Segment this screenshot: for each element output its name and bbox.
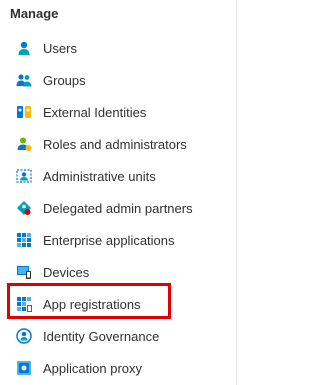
nav-item-roles-and-administrators[interactable]: Roles and administrators	[0, 128, 236, 160]
nav-item-users[interactable]: Users	[0, 32, 236, 64]
nav-item-enterprise-applications[interactable]: Enterprise applications	[0, 224, 236, 256]
app-registrations-icon	[17, 297, 32, 312]
roles-icon	[17, 137, 32, 151]
nav-item-identity-governance[interactable]: Identity Governance	[0, 320, 236, 352]
nav-item-label: Users	[43, 40, 77, 56]
nav-item-label: Enterprise applications	[43, 232, 175, 248]
nav-item-label: Devices	[43, 264, 90, 280]
nav-item-label: External Identities	[43, 104, 147, 120]
manage-nav-list: Users Groups External Identities Roles a…	[0, 32, 236, 384]
nav-item-label: Groups	[43, 72, 86, 88]
admin-units-icon	[16, 169, 32, 183]
nav-item-label: Identity Governance	[43, 328, 160, 344]
devices-icon	[17, 266, 31, 279]
external-identities-icon	[17, 106, 31, 118]
user-icon	[18, 41, 30, 55]
nav-item-label: App registrations	[43, 296, 141, 312]
nav-item-groups[interactable]: Groups	[0, 64, 236, 96]
nav-item-label: Roles and administrators	[43, 136, 187, 152]
groups-icon	[16, 74, 32, 87]
nav-item-external-identities[interactable]: External Identities	[0, 96, 236, 128]
nav-item-devices[interactable]: Devices	[0, 256, 236, 288]
nav-item-label: Delegated admin partners	[43, 200, 193, 216]
nav-item-delegated-admin-partners[interactable]: Delegated admin partners	[0, 192, 236, 224]
identity-governance-icon	[16, 328, 32, 344]
nav-item-label: Application proxy	[43, 360, 142, 376]
nav-item-application-proxy[interactable]: Application proxy	[0, 352, 236, 384]
nav-item-administrative-units[interactable]: Administrative units	[0, 160, 236, 192]
application-proxy-icon	[17, 361, 31, 375]
enterprise-apps-icon	[17, 233, 31, 247]
delegated-admin-icon	[17, 201, 31, 215]
nav-item-app-registrations[interactable]: App registrations	[0, 288, 236, 320]
panel-divider	[236, 0, 237, 385]
nav-item-label: Administrative units	[43, 168, 156, 184]
section-title-manage: Manage	[10, 6, 59, 21]
